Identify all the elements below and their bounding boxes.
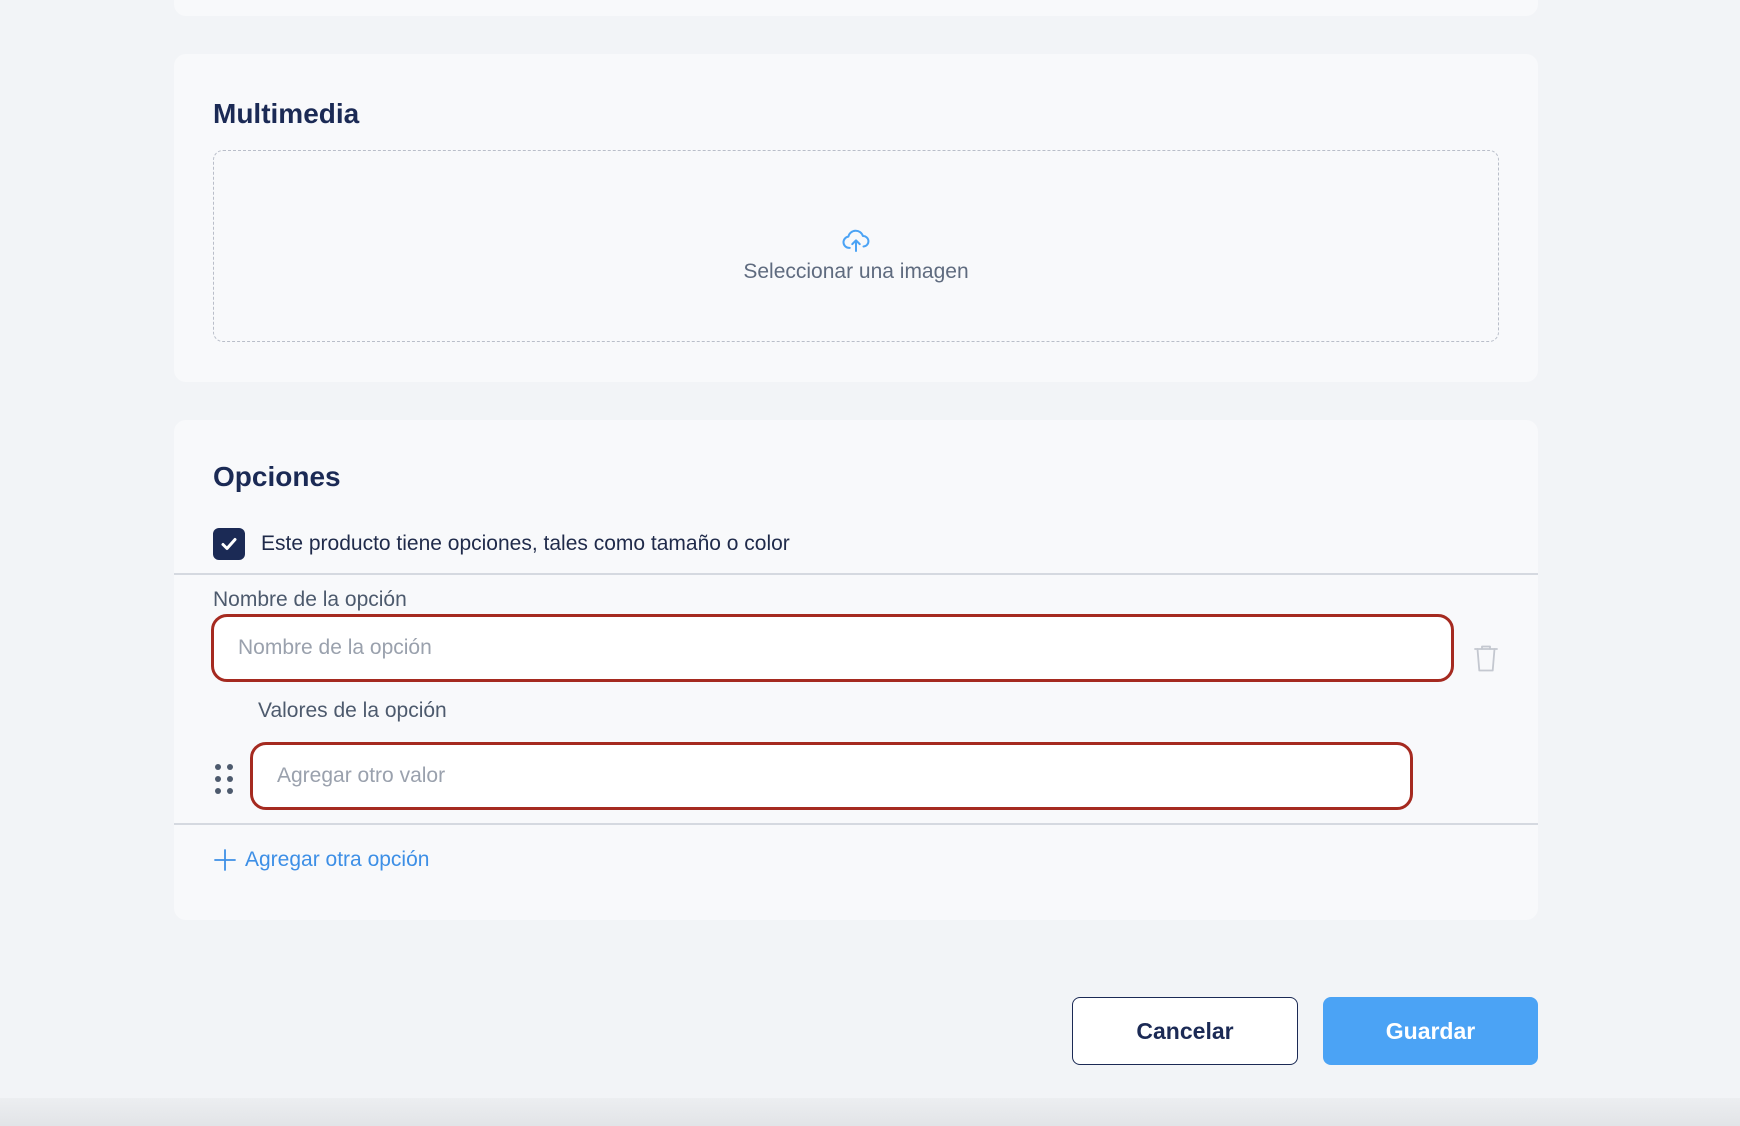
bottom-edge — [0, 1098, 1740, 1126]
drag-handle-icon[interactable] — [212, 762, 236, 796]
option-name-input[interactable] — [211, 614, 1454, 682]
add-option-link[interactable]: Agregar otra opción — [213, 848, 429, 872]
plus-icon — [214, 849, 236, 871]
divider — [174, 823, 1538, 825]
trash-icon[interactable] — [1472, 642, 1500, 674]
options-card: Opciones Este producto tiene opciones, t… — [174, 420, 1538, 920]
save-button[interactable]: Guardar — [1323, 997, 1538, 1065]
has-options-checkbox[interactable] — [213, 528, 245, 560]
cancel-button[interactable]: Cancelar — [1072, 997, 1298, 1065]
has-options-row[interactable]: Este producto tiene opciones, tales como… — [213, 528, 790, 560]
multimedia-card: Multimedia Seleccionar una imagen — [174, 54, 1538, 382]
option-values-label: Valores de la opción — [258, 699, 447, 722]
page: Multimedia Seleccionar una imagen Opcion… — [0, 0, 1740, 1126]
divider — [174, 573, 1538, 575]
option-value-input[interactable] — [250, 742, 1413, 810]
options-title: Opciones — [213, 461, 341, 492]
cloud-upload-icon — [842, 229, 870, 252]
previous-section-card — [174, 0, 1538, 16]
multimedia-title: Multimedia — [213, 98, 360, 129]
option-name-label: Nombre de la opción — [213, 588, 407, 611]
image-dropzone[interactable]: Seleccionar una imagen — [213, 150, 1499, 342]
add-option-label: Agregar otra opción — [245, 848, 430, 871]
dropzone-label: Seleccionar una imagen — [743, 260, 969, 283]
checkmark-icon — [221, 538, 237, 550]
has-options-label: Este producto tiene opciones, tales como… — [261, 532, 790, 555]
